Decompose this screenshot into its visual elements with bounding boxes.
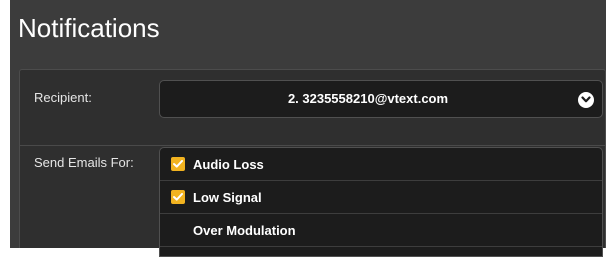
recipient-label: Recipient: bbox=[34, 90, 92, 105]
option-label: Over Modulation bbox=[193, 223, 296, 238]
checkbox-checked-icon[interactable] bbox=[171, 190, 185, 204]
option-label: Low Signal bbox=[193, 190, 262, 205]
recipient-selected-value: 2. 3235558210@vtext.com bbox=[287, 91, 449, 106]
checkbox-checked-icon[interactable] bbox=[171, 157, 185, 171]
option-low-signal[interactable]: Low Signal bbox=[160, 181, 602, 214]
notification-settings-card: Recipient: 2. 3235558210@vtext.com Send … bbox=[19, 69, 606, 257]
email-event-checklist: Audio Loss Low Signal Over Modulation bbox=[159, 147, 603, 257]
row-divider bbox=[20, 145, 605, 146]
option-audio-loss[interactable]: Audio Loss bbox=[160, 148, 602, 181]
option-over-modulation[interactable]: Over Modulation bbox=[160, 214, 602, 247]
option-label: Audio Loss bbox=[193, 157, 264, 172]
chevron-down-icon bbox=[578, 92, 594, 108]
checkbox-unchecked-icon[interactable] bbox=[171, 223, 185, 237]
page-title: Notifications bbox=[18, 13, 160, 43]
send-emails-for-label: Send Emails For: bbox=[34, 155, 134, 170]
recipient-select[interactable]: 2. 3235558210@vtext.com bbox=[159, 80, 603, 118]
notifications-panel: Notifications Recipient: 2. 3235558210@v… bbox=[10, 0, 606, 257]
